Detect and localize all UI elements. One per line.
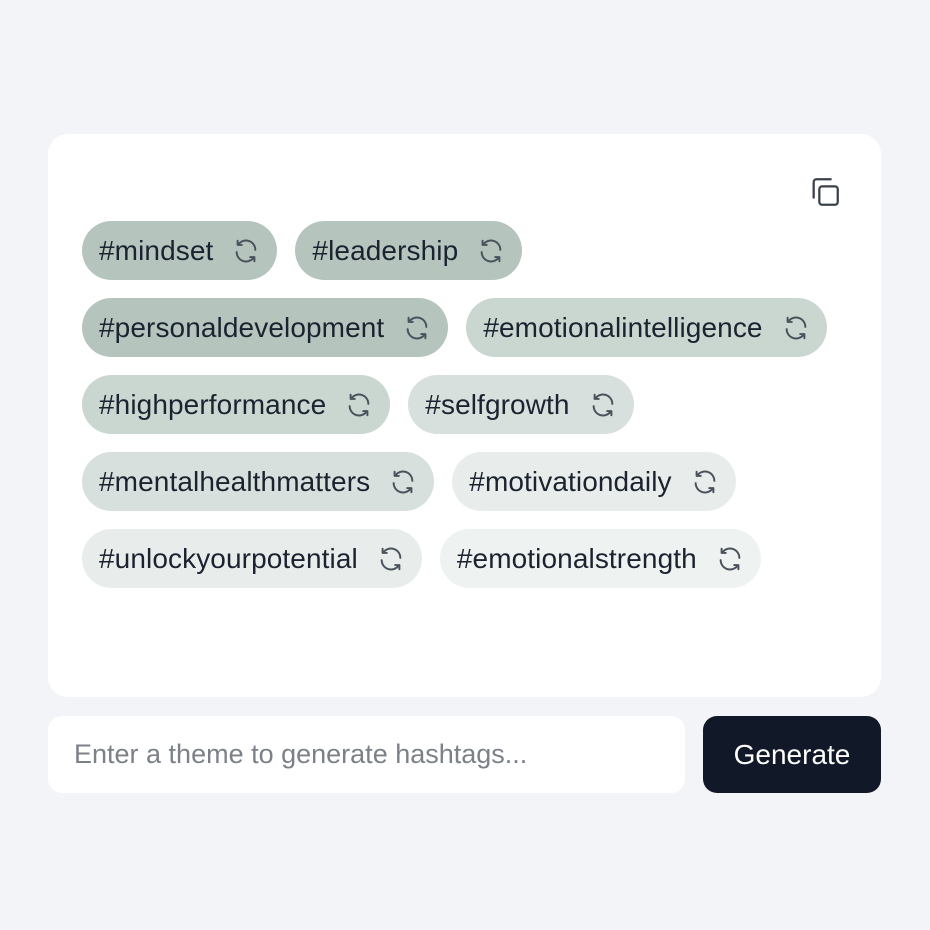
refresh-icon: [348, 393, 370, 416]
refresh-icon: [785, 316, 806, 339]
hashtag-label: #unlockyourpotential: [99, 542, 358, 574]
hashtag-chip[interactable]: #highperformance: [82, 375, 391, 434]
generate-form: Generate: [48, 716, 881, 793]
regenerate-button[interactable]: [402, 313, 432, 343]
regenerate-button[interactable]: [344, 390, 374, 420]
refresh-icon: [406, 316, 428, 339]
refresh-icon: [392, 470, 414, 493]
hashtag-label: #emotionalintelligence: [483, 311, 763, 343]
copy-icon: [812, 178, 839, 206]
hashtag-chip[interactable]: #unlockyourpotential: [82, 529, 422, 588]
regenerate-button[interactable]: [376, 544, 406, 574]
hashtag-chip[interactable]: #mindset: [82, 221, 278, 280]
regenerate-button[interactable]: [388, 467, 418, 497]
hashtag-chip[interactable]: #personaldevelopment: [82, 298, 449, 357]
regenerate-button[interactable]: [588, 390, 618, 420]
theme-input[interactable]: [48, 716, 685, 793]
hashtag-label: #emotionalstrength: [456, 542, 697, 574]
hashtag-chip[interactable]: #emotionalstrength: [439, 529, 761, 588]
regenerate-button[interactable]: [690, 467, 720, 497]
hashtag-label: #selfgrowth: [425, 388, 570, 420]
hashtag-label: #motivationdaily: [469, 465, 672, 497]
hashtag-label: #personaldevelopment: [99, 311, 385, 343]
refresh-icon: [480, 239, 502, 262]
regenerate-button[interactable]: [715, 544, 745, 574]
refresh-icon: [694, 470, 715, 493]
regenerate-button[interactable]: [231, 236, 261, 266]
hashtag-chip[interactable]: #motivationdaily: [452, 452, 736, 511]
hashtag-label: #mindset: [99, 234, 214, 266]
hashtag-chip[interactable]: #emotionalintelligence: [466, 298, 827, 357]
refresh-icon: [592, 393, 613, 416]
refresh-icon: [380, 547, 402, 570]
refresh-icon: [236, 239, 257, 262]
hashtag-list: #mindset #leadership #personaldevelopmen…: [82, 221, 852, 588]
hashtag-label: #leadership: [312, 234, 459, 266]
hashtag-chip[interactable]: #mentalhealthmatters: [82, 452, 435, 511]
hashtag-card: #mindset #leadership #personaldevelopmen…: [48, 134, 881, 697]
hashtag-chip[interactable]: #selfgrowth: [408, 375, 634, 434]
hashtag-label: #mentalhealthmatters: [99, 465, 371, 497]
generate-button[interactable]: Generate: [703, 716, 881, 793]
copy-button[interactable]: [805, 172, 845, 212]
refresh-icon: [719, 547, 741, 570]
hashtag-label: #highperformance: [99, 388, 327, 420]
regenerate-button[interactable]: [476, 236, 506, 266]
hashtag-chip[interactable]: #leadership: [295, 221, 523, 280]
regenerate-button[interactable]: [781, 313, 811, 343]
